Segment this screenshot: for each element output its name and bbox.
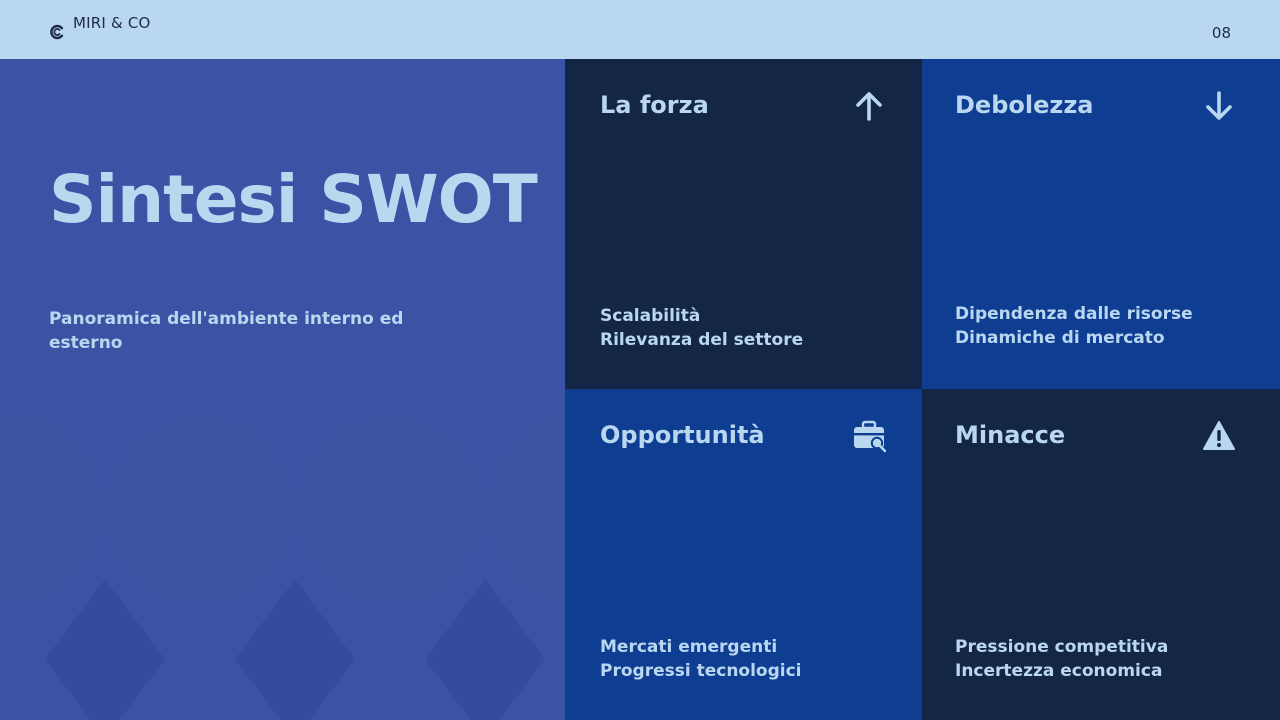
opportunity-title: Opportunità — [600, 421, 765, 449]
brand-logo-icon — [50, 24, 64, 40]
strength-list: Scalabilità Rilevanza del settore — [600, 304, 803, 352]
brand: MIRI & CO — [49, 14, 151, 40]
top-bar: MIRI & CO 08 — [0, 0, 1280, 59]
swot-weakness-card: Debolezza Dipendenza dalle risorse Dinam… — [922, 59, 1280, 389]
threat-list: Pressione competitiva Incertezza economi… — [955, 635, 1168, 683]
page-title: Sintesi SWOT — [49, 161, 538, 238]
list-item: Pressione competitiva — [955, 637, 1169, 657]
swot-strength-card: La forza Scalabilità Rilevanza del setto… — [565, 59, 922, 389]
list-item: Dinamiche di mercato — [955, 328, 1165, 348]
slide: MIRI & CO 08 Sintesi SWOT Panoramica del… — [0, 0, 1280, 720]
list-item: Rilevanza del settore — [600, 330, 804, 350]
list-item: Incertezza economica — [955, 661, 1163, 681]
weakness-list: Dipendenza dalle risorse Dinamiche di me… — [955, 302, 1193, 350]
list-item: Scalabilità — [600, 306, 701, 326]
swot-opportunity-card: Opportunità Mercati emergenti Progressi … — [565, 389, 922, 720]
warning-triangle-icon — [1203, 421, 1235, 450]
page-subtitle: Panoramica dell'ambiente interno ed este… — [49, 309, 404, 353]
arrow-down-icon — [1206, 91, 1232, 120]
list-item: Dipendenza dalle risorse — [955, 304, 1193, 324]
page-number: 08 — [1211, 24, 1231, 42]
swot-threat-card: Minacce Pressione competitiva Incertezza… — [922, 389, 1280, 720]
background-pattern — [0, 414, 565, 720]
opportunity-list: Mercati emergenti Progressi tecnologici — [600, 635, 802, 683]
threat-title: Minacce — [955, 421, 1066, 449]
briefcase-search-icon — [854, 420, 886, 453]
list-item: Progressi tecnologici — [600, 661, 802, 681]
weakness-title: Debolezza — [955, 91, 1094, 119]
list-item: Mercati emergenti — [600, 637, 778, 657]
intro-panel: Sintesi SWOT Panoramica dell'ambiente in… — [0, 59, 565, 720]
brand-name: MIRI & CO — [73, 14, 151, 32]
strength-title: La forza — [600, 91, 709, 119]
arrow-up-icon — [856, 92, 882, 121]
